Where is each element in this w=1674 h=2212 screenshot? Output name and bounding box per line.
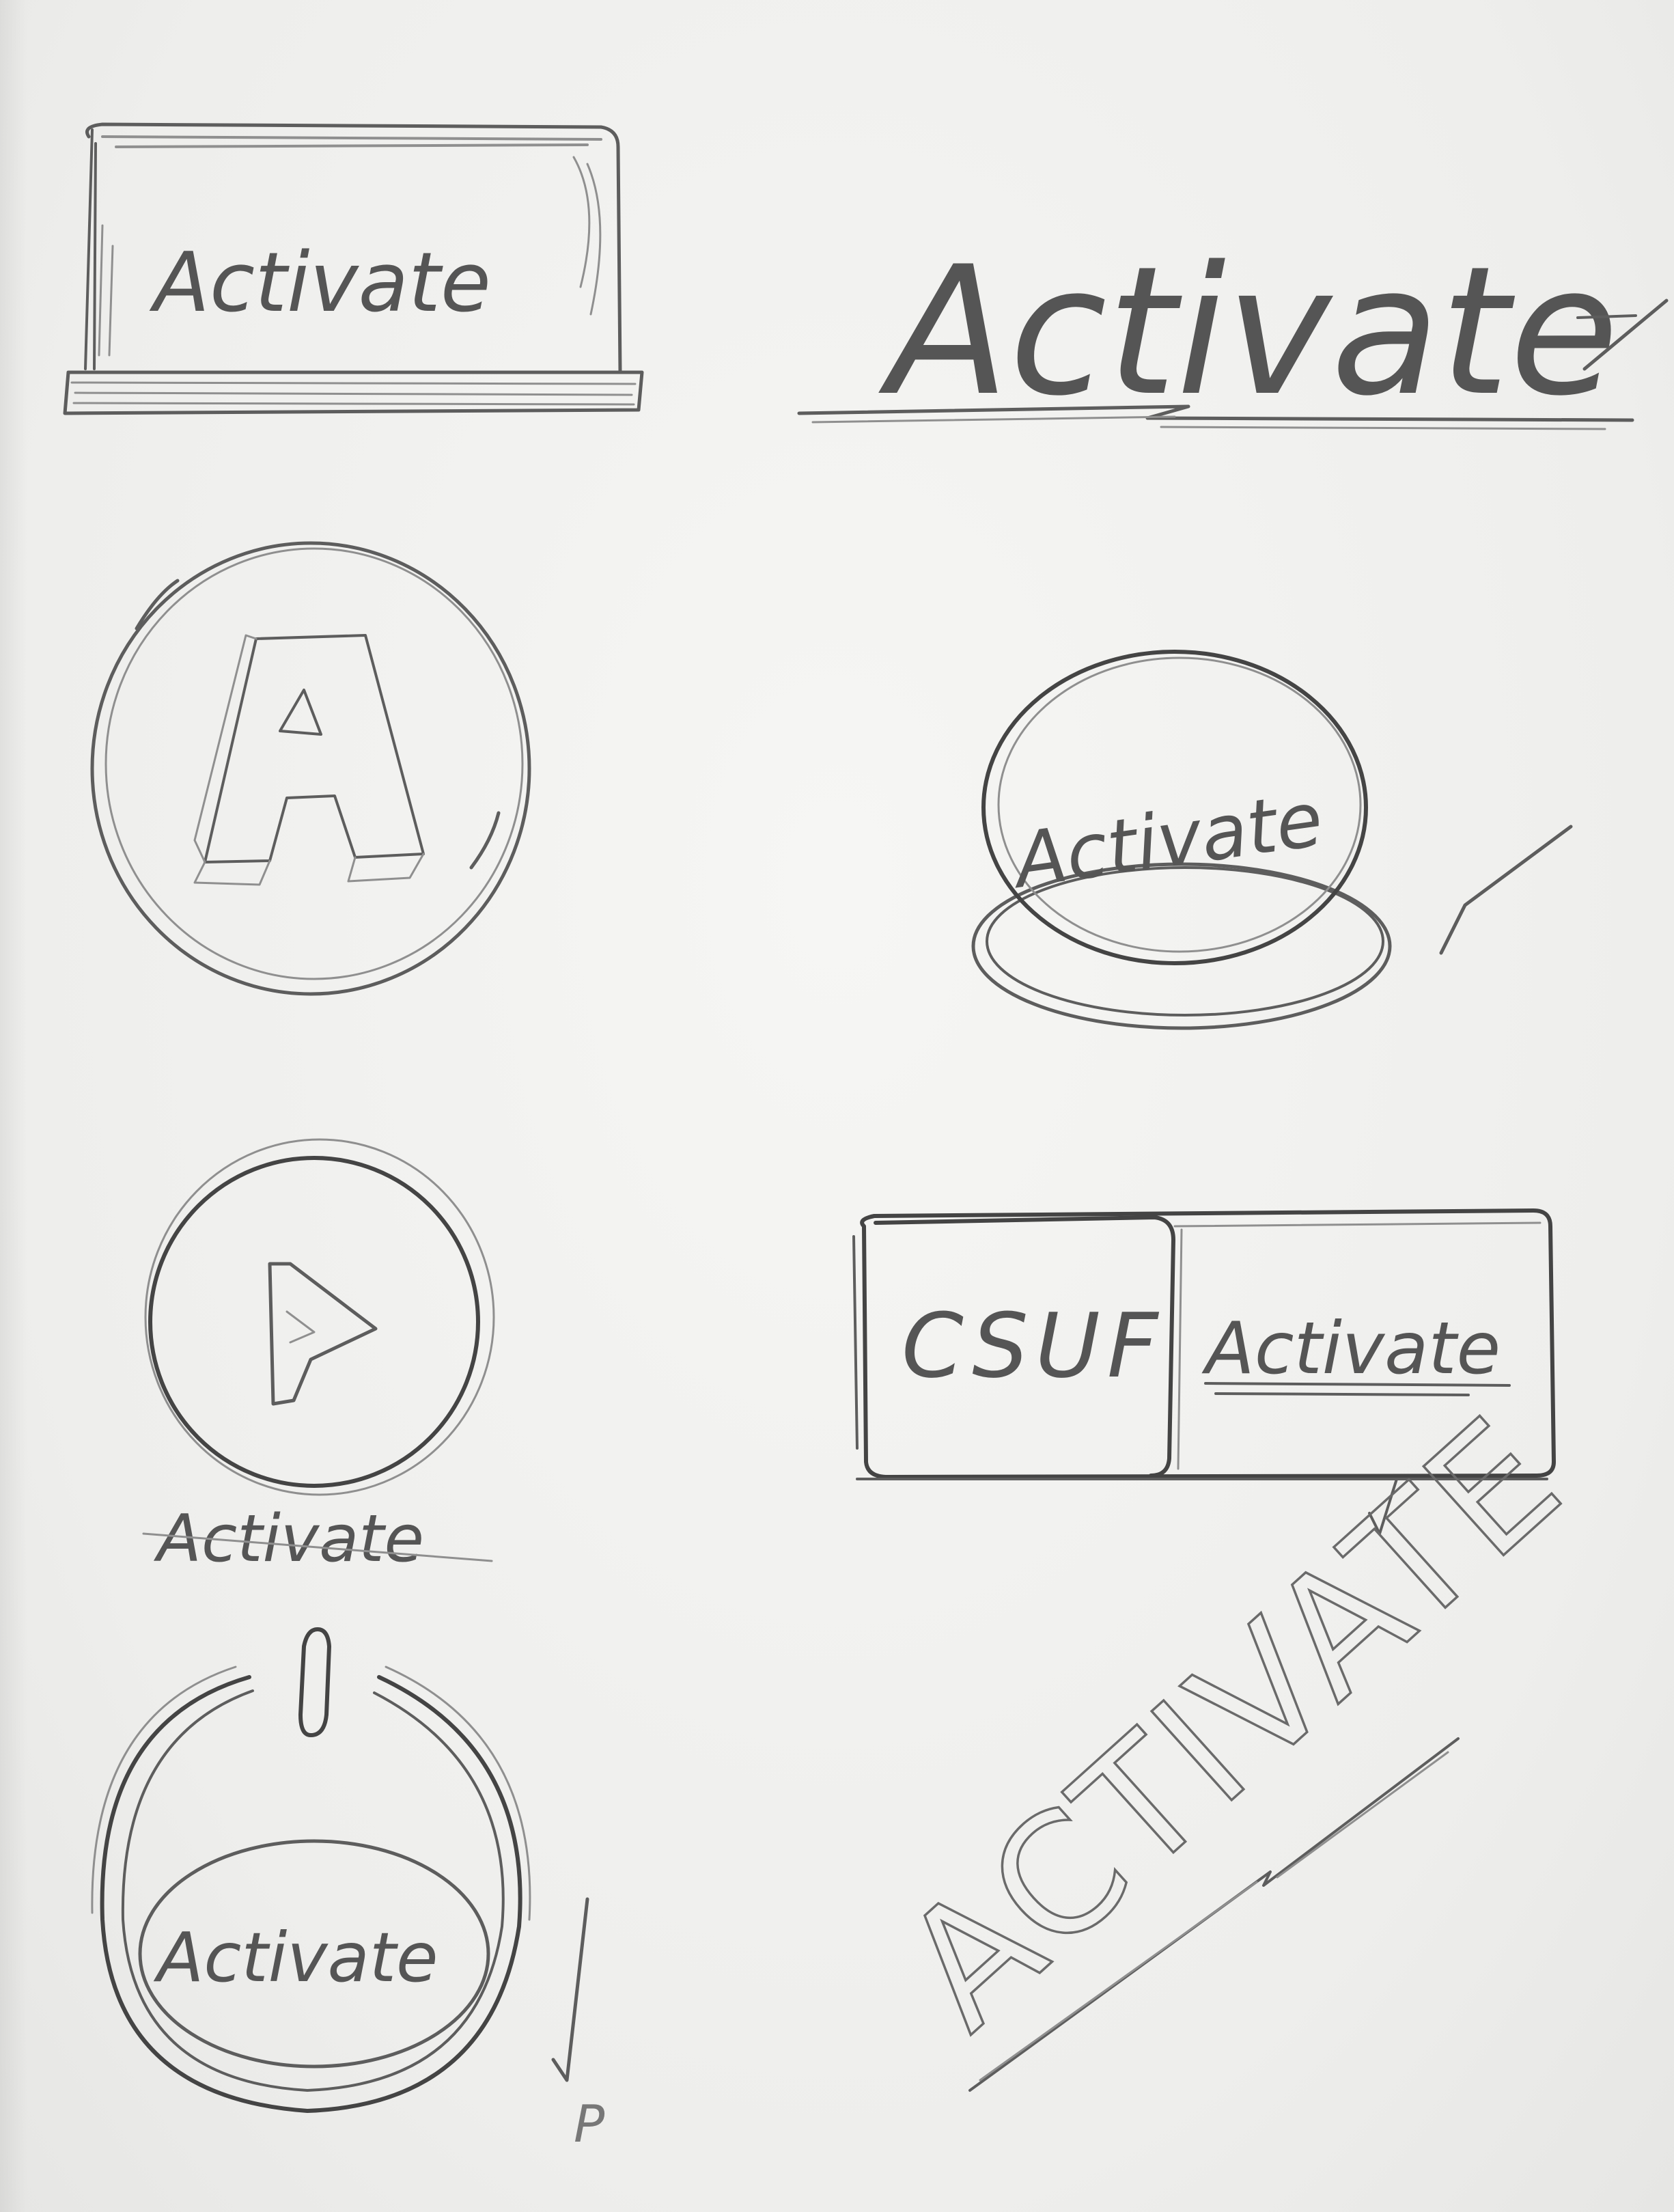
- sketch-paper: Activate Activate A Activate A Activate: [0, 0, 1674, 2212]
- sketch6-right-label: Activate: [1201, 1307, 1501, 1390]
- check-mark-3: [551, 1897, 589, 2082]
- sketch4-label: Activate: [1005, 775, 1328, 906]
- sketch-circle-3d-letter: A: [90, 541, 531, 996]
- check-mark-1: [1439, 825, 1573, 955]
- sketch-power-button: Activate P: [91, 1627, 605, 2154]
- sketch8-label: ACTIVATE: [868, 1381, 1598, 2064]
- sketch-canvas: Activate Activate A Activate A Activate: [63, 122, 1669, 2154]
- sketch7-label: Activate: [153, 1918, 438, 1997]
- sketch-underlined-word: Activate: [797, 229, 1669, 435]
- sketch2-label: Activate: [877, 229, 1619, 435]
- sketch7-note: P: [574, 2094, 605, 2154]
- sketch-round-push-button: Activate: [971, 650, 1573, 1030]
- sketch-rect-button: Activate: [63, 122, 644, 415]
- sketch6-left-label: CSUF: [902, 1294, 1165, 1398]
- sketch-diagonal-word: ACTIVATE: [867, 1379, 1599, 2092]
- sketch1-label: Activate: [149, 236, 491, 331]
- sketch5-label: Activate: [153, 1502, 424, 1577]
